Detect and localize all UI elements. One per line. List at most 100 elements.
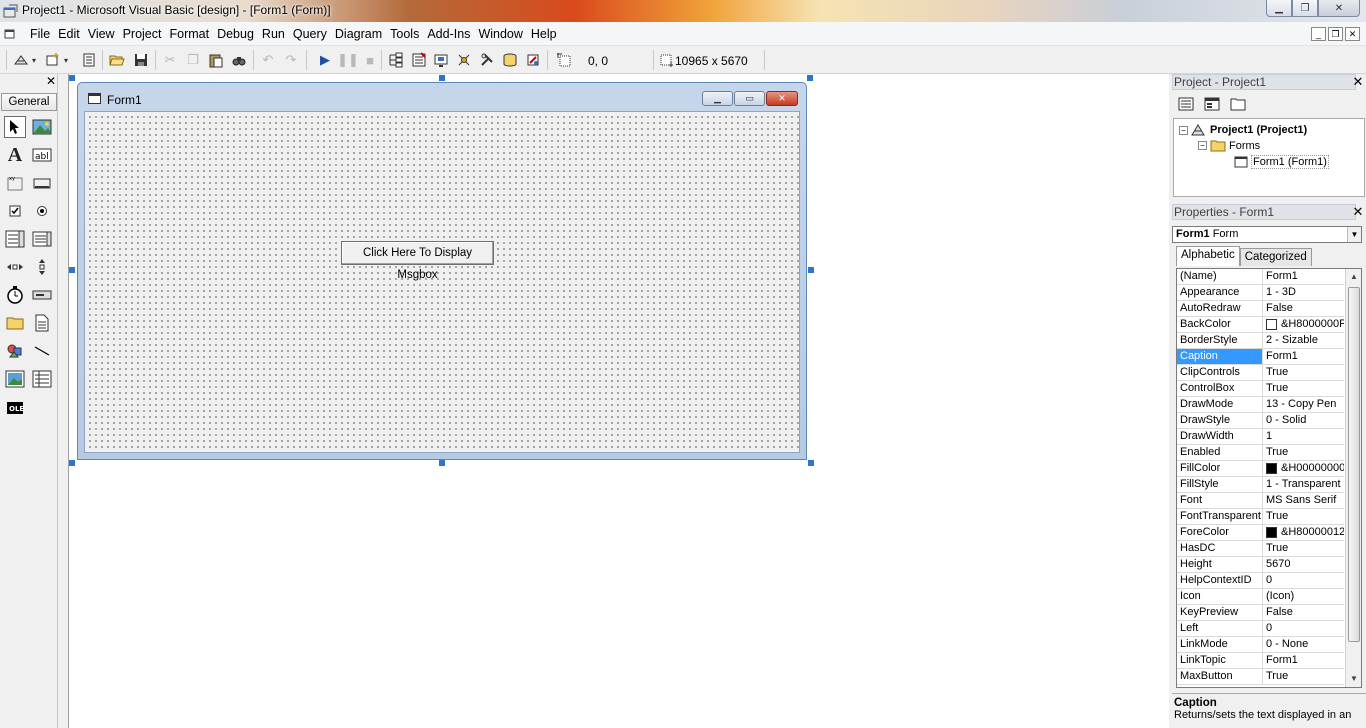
menu-run[interactable]: Run xyxy=(258,27,289,41)
menu-diagram[interactable]: Diagram xyxy=(331,27,386,41)
menu-file[interactable]: File xyxy=(26,27,54,41)
collapse-icon[interactable]: − xyxy=(1179,125,1188,135)
property-row[interactable]: KeyPreview False xyxy=(1177,605,1344,621)
chevron-down-icon[interactable]: ▼ xyxy=(1347,227,1361,242)
object-browser-icon[interactable] xyxy=(455,51,473,69)
property-row[interactable]: Height 5670 xyxy=(1177,557,1344,573)
combobox-tool-icon[interactable] xyxy=(4,228,26,250)
mdi-minimize-button[interactable]: _ xyxy=(1311,27,1326,41)
tree-item-form1[interactable]: Form1 (Form1) xyxy=(1234,155,1329,169)
component-manager-icon[interactable] xyxy=(524,51,542,69)
menu-query[interactable]: Query xyxy=(289,27,331,41)
menu-tools[interactable]: Tools xyxy=(386,27,423,41)
view-object-icon[interactable] xyxy=(1202,95,1222,113)
minimize-button[interactable]: ▁ xyxy=(1266,0,1292,17)
image-tool-icon[interactable] xyxy=(4,368,26,390)
form-maximize-button[interactable]: ▭ xyxy=(734,91,765,106)
property-value[interactable]: MS Sans Serif xyxy=(1264,493,1344,508)
find-icon[interactable] xyxy=(230,51,248,69)
menu-project[interactable]: Project xyxy=(119,27,166,41)
scroll-down-icon[interactable]: ▼ xyxy=(1346,671,1361,687)
property-row[interactable]: Appearance 1 - 3D xyxy=(1177,285,1344,301)
property-value[interactable]: Form1 xyxy=(1264,349,1344,364)
textbox-tool-icon[interactable]: abl xyxy=(31,144,53,166)
filelistbox-tool-icon[interactable] xyxy=(31,312,53,334)
properties-window-icon[interactable] xyxy=(410,51,428,69)
property-value[interactable]: False xyxy=(1264,301,1344,316)
commandbutton-tool-icon[interactable] xyxy=(31,172,53,194)
property-row[interactable]: Font MS Sans Serif xyxy=(1177,493,1344,509)
shape-tool-icon[interactable] xyxy=(4,340,26,362)
toolbox-icon[interactable] xyxy=(478,51,496,69)
display-msgbox-button[interactable]: Click Here To Display Msgbox xyxy=(341,241,494,281)
property-value[interactable]: True xyxy=(1264,365,1344,380)
collapse-icon[interactable]: − xyxy=(1198,141,1207,150)
timer-tool-icon[interactable] xyxy=(4,284,26,306)
property-value[interactable]: 0 xyxy=(1264,621,1344,636)
frame-tool-icon[interactable]: xy xyxy=(4,172,26,194)
menu-format[interactable]: Format xyxy=(165,27,213,41)
menu-window[interactable]: Window xyxy=(474,27,526,41)
tab-categorized[interactable]: Categorized xyxy=(1239,248,1312,266)
add-form-dropdown-icon[interactable]: ▾ xyxy=(61,51,71,69)
pointer-tool-icon[interactable] xyxy=(4,116,26,138)
property-row[interactable]: Enabled True xyxy=(1177,445,1344,461)
property-value[interactable]: 2 - Sizable xyxy=(1264,333,1344,348)
form-layout-icon[interactable] xyxy=(432,51,450,69)
vb-app-icon[interactable] xyxy=(3,3,19,19)
vscrollbar-tool-icon[interactable] xyxy=(31,256,53,278)
toolbox-close-icon[interactable]: ✕ xyxy=(45,75,57,87)
listbox-tool-icon[interactable] xyxy=(31,228,53,250)
resize-handle-bottom[interactable] xyxy=(439,460,445,466)
break-icon[interactable]: ❚❚ xyxy=(337,51,359,69)
toolbox-general-tab[interactable]: General xyxy=(1,93,57,111)
menu-editor-icon[interactable] xyxy=(80,51,98,69)
scroll-up-icon[interactable]: ▲ xyxy=(1346,269,1361,285)
menu-view[interactable]: View xyxy=(84,27,119,41)
property-value[interactable]: &H00000000 xyxy=(1264,461,1344,476)
add-project-icon[interactable] xyxy=(12,51,30,69)
property-row[interactable]: BorderStyle 2 - Sizable xyxy=(1177,333,1344,349)
label-tool-icon[interactable]: A xyxy=(4,144,26,166)
property-value[interactable]: 1 - 3D xyxy=(1264,285,1344,300)
property-value[interactable]: (Icon) xyxy=(1264,589,1344,604)
properties-scrollbar[interactable]: ▲ ▼ xyxy=(1345,269,1361,687)
property-row[interactable]: ForeColor &H80000012 xyxy=(1177,525,1344,541)
property-row[interactable]: LinkMode 0 - None xyxy=(1177,637,1344,653)
line-tool-icon[interactable] xyxy=(31,340,53,362)
form-client-area[interactable]: Click Here To Display Msgbox xyxy=(84,111,800,453)
checkbox-tool-icon[interactable] xyxy=(4,200,26,222)
toggle-folders-icon[interactable] xyxy=(1228,95,1248,113)
project-panel-close-icon[interactable]: ✕ xyxy=(1352,75,1364,89)
form1-window[interactable]: Form1 ▁ ▭ ✕ Click Here To Display Msgbox xyxy=(77,82,807,460)
save-project-icon[interactable] xyxy=(132,51,150,69)
optionbutton-tool-icon[interactable] xyxy=(31,200,53,222)
menu-help[interactable]: Help xyxy=(527,27,561,41)
end-icon[interactable]: ■ xyxy=(361,51,379,69)
property-row[interactable]: HelpContextID 0 xyxy=(1177,573,1344,589)
property-value[interactable]: 1 xyxy=(1264,429,1344,444)
form-minimize-button[interactable]: ▁ xyxy=(702,91,733,106)
properties-panel-close-icon[interactable]: ✕ xyxy=(1352,205,1364,219)
property-row[interactable]: (Name) Form1 xyxy=(1177,269,1344,285)
property-value[interactable]: Form1 xyxy=(1264,269,1344,284)
property-row[interactable]: Left 0 xyxy=(1177,621,1344,637)
property-row[interactable]: MaxButton True xyxy=(1177,669,1344,685)
property-row[interactable]: DrawWidth 1 xyxy=(1177,429,1344,445)
property-value[interactable]: True xyxy=(1264,381,1344,396)
tree-item-project[interactable]: − Project1 (Project1) xyxy=(1179,123,1307,137)
resize-handle-right[interactable] xyxy=(808,267,814,273)
menu-debug[interactable]: Debug xyxy=(213,27,258,41)
property-value[interactable]: True xyxy=(1264,509,1344,524)
property-value[interactable]: 0 - Solid xyxy=(1264,413,1344,428)
property-value[interactable]: 1 - Transparent xyxy=(1264,477,1344,492)
property-row[interactable]: Icon (Icon) xyxy=(1177,589,1344,605)
dirlistbox-tool-icon[interactable] xyxy=(4,312,26,334)
property-row[interactable]: FillStyle 1 - Transparent xyxy=(1177,477,1344,493)
object-selector-dropdown[interactable]: Form1 Form ▼ xyxy=(1172,226,1362,243)
property-row[interactable]: ControlBox True xyxy=(1177,381,1344,397)
property-value[interactable]: True xyxy=(1264,669,1344,684)
ole-tool-icon[interactable]: OLE xyxy=(4,397,26,419)
property-value[interactable]: 13 - Copy Pen xyxy=(1264,397,1344,412)
property-row[interactable]: ClipControls True xyxy=(1177,365,1344,381)
